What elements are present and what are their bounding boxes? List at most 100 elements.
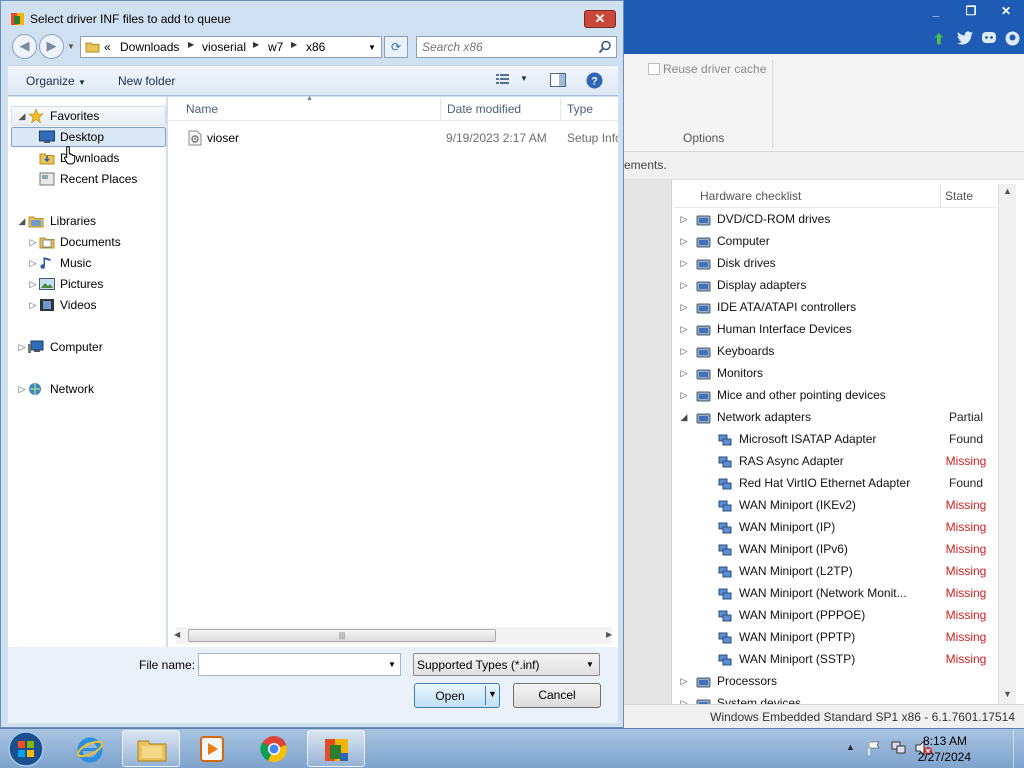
close-button[interactable]: ✕ — [995, 4, 1017, 18]
github-icon[interactable] — [1005, 31, 1020, 49]
new-folder-button[interactable]: New folder — [118, 74, 175, 88]
scroll-left-icon[interactable]: ◀ — [174, 630, 180, 639]
hardware-checklist-column[interactable]: Hardware checklist — [700, 189, 801, 203]
hardware-device-row[interactable]: WAN Miniport (IP) Missing — [674, 516, 997, 538]
breadcrumb-separator-icon[interactable]: ▶ — [188, 40, 194, 49]
scrollbar-thumb[interactable]: ||| — [188, 629, 496, 642]
nav-item-network[interactable]: ▷ Network — [8, 379, 166, 399]
hardware-category-row[interactable]: ▷ Mice and other pointing devices — [674, 384, 997, 406]
preview-pane-button[interactable] — [550, 73, 566, 90]
discord-icon[interactable] — [981, 31, 997, 48]
collapse-arrow-icon[interactable]: ▷ — [28, 253, 38, 273]
nav-item-music[interactable]: ▷ Music — [8, 253, 166, 273]
nav-item-computer[interactable]: ▷ Computer — [8, 337, 166, 357]
column-divider[interactable] — [440, 97, 441, 121]
view-options-button[interactable] — [496, 73, 510, 88]
nav-item-libraries[interactable]: ◢ Libraries — [8, 211, 166, 231]
nav-item-downloads[interactable]: Downloads — [8, 148, 166, 168]
collapse-arrow-icon[interactable]: ▷ — [679, 230, 689, 252]
collapse-arrow-icon[interactable]: ▷ — [679, 208, 689, 230]
hardware-category-row[interactable]: ▷ IDE ATA/ATAPI controllers — [674, 296, 997, 318]
clock-time[interactable]: 8:13 AM — [923, 734, 967, 748]
horizontal-scrollbar[interactable]: ◀ ||| ▶ — [174, 627, 612, 644]
hardware-device-row[interactable]: WAN Miniport (PPPOE) Missing — [674, 604, 997, 626]
hardware-device-row[interactable]: WAN Miniport (PPTP) Missing — [674, 626, 997, 648]
clock-date[interactable]: 2/27/2024 — [918, 750, 971, 764]
breadcrumb-separator-icon[interactable]: ▶ — [253, 40, 259, 49]
scroll-up-icon[interactable]: ▲ — [1003, 186, 1012, 196]
collapse-arrow-icon[interactable]: ▷ — [17, 379, 27, 399]
collapse-arrow-icon[interactable]: ▷ — [28, 295, 38, 315]
reuse-driver-cache-checkbox[interactable] — [648, 63, 660, 75]
nav-item-pictures[interactable]: ▷ Pictures — [8, 274, 166, 294]
hardware-device-row[interactable]: RAS Async Adapter Missing — [674, 450, 997, 472]
hardware-device-row[interactable]: Red Hat VirtIO Ethernet Adapter Found — [674, 472, 997, 494]
hardware-device-row[interactable]: Microsoft ISATAP Adapter Found — [674, 428, 997, 450]
show-desktop-button[interactable] — [1013, 729, 1024, 769]
network-status-icon[interactable] — [891, 740, 907, 759]
breadcrumb-w7[interactable]: w7 — [268, 40, 283, 54]
hardware-device-row[interactable]: WAN Miniport (Network Monit... Missing — [674, 582, 997, 604]
breadcrumb-overflow[interactable]: « — [104, 40, 111, 54]
taskbar-file-explorer[interactable] — [122, 730, 180, 767]
breadcrumb-x86[interactable]: x86 — [306, 40, 325, 54]
file-row[interactable]: vioser 9/19/2023 2:17 AM Setup Informati… — [168, 127, 618, 149]
column-date-modified[interactable]: Date modified — [447, 102, 521, 116]
hardware-category-row[interactable]: ▷ Human Interface Devices — [674, 318, 997, 340]
file-name-combobox[interactable]: ▼ — [198, 653, 401, 676]
breadcrumb-separator-icon[interactable]: ▶ — [291, 40, 297, 49]
hardware-category-row[interactable]: ▷ Processors — [674, 670, 997, 692]
collapse-arrow-icon[interactable]: ▷ — [28, 274, 38, 294]
start-button[interactable] — [8, 731, 44, 770]
scroll-right-icon[interactable]: ▶ — [606, 630, 612, 639]
address-bar[interactable]: « Downloads ▶ vioserial ▶ w7 ▶ x86 ▼ — [80, 36, 382, 58]
taskbar-media-player[interactable] — [183, 730, 241, 767]
collapse-arrow-icon[interactable]: ▷ — [679, 340, 689, 362]
hardware-category-row[interactable]: ▷ Disk drives — [674, 252, 997, 274]
view-dropdown-icon[interactable]: ▼ — [520, 74, 528, 83]
open-options-dropdown-icon[interactable]: ▼ — [488, 689, 497, 699]
collapse-arrow-icon[interactable]: ▷ — [28, 232, 38, 252]
minimize-button[interactable]: _ — [925, 4, 947, 18]
file-name-input[interactable] — [202, 657, 377, 672]
cancel-button[interactable]: Cancel — [513, 683, 601, 708]
back-button[interactable]: ◀ — [12, 34, 37, 59]
breadcrumb-downloads[interactable]: Downloads — [120, 40, 179, 54]
collapse-arrow-icon[interactable]: ▷ — [679, 384, 689, 406]
file-type-filter[interactable]: Supported Types (*.inf) ▼ — [413, 653, 600, 676]
collapse-arrow-icon[interactable]: ▷ — [17, 337, 27, 357]
taskbar-driver-tool[interactable] — [307, 730, 365, 767]
hardware-device-row[interactable]: WAN Miniport (IPv6) Missing — [674, 538, 997, 560]
taskbar-internet-explorer[interactable] — [61, 730, 119, 767]
collapse-arrow-icon[interactable]: ▷ — [679, 362, 689, 384]
hardware-category-row[interactable]: ▷ Keyboards — [674, 340, 997, 362]
nav-item-recent-places[interactable]: Recent Places — [8, 169, 166, 189]
column-type[interactable]: Type — [567, 102, 593, 116]
nav-item-desktop[interactable]: Desktop — [8, 127, 166, 147]
hardware-category-row[interactable]: ◢ Network adapters Partial — [674, 406, 997, 428]
organize-menu[interactable]: Organize ▼ — [26, 74, 86, 88]
dialog-close-button[interactable]: ✕ — [584, 10, 616, 28]
refresh-button[interactable]: ⟳ — [384, 36, 408, 58]
taskbar-chrome[interactable] — [245, 730, 303, 767]
forward-button[interactable]: ▶ — [39, 34, 64, 59]
nav-item-videos[interactable]: ▷ Videos — [8, 295, 166, 315]
collapse-arrow-icon[interactable]: ▷ — [679, 692, 689, 704]
expand-arrow-icon[interactable]: ◢ — [679, 406, 689, 428]
hardware-device-row[interactable]: WAN Miniport (L2TP) Missing — [674, 560, 997, 582]
collapse-arrow-icon[interactable]: ▷ — [679, 274, 689, 296]
state-column[interactable]: State — [945, 189, 973, 203]
show-hidden-icons-button[interactable]: ▲ — [846, 742, 855, 752]
hardware-category-row[interactable]: ▷ Display adapters — [674, 274, 997, 296]
search-input[interactable] — [420, 39, 590, 55]
nav-item-favorites[interactable]: ◢ Favorites — [8, 106, 166, 126]
collapse-arrow-icon[interactable]: ▷ — [679, 670, 689, 692]
open-button[interactable]: Open ▼ — [414, 683, 500, 708]
expand-arrow-icon[interactable]: ◢ — [17, 106, 27, 126]
vertical-scrollbar[interactable]: ▲ ▼ — [998, 184, 1016, 704]
file-name-dropdown-icon[interactable]: ▼ — [388, 660, 396, 669]
collapse-arrow-icon[interactable]: ▷ — [679, 296, 689, 318]
breadcrumb-vioserial[interactable]: vioserial — [202, 40, 246, 54]
update-arrow-icon[interactable]: ⬆ — [933, 31, 945, 48]
collapse-arrow-icon[interactable]: ▷ — [679, 252, 689, 274]
